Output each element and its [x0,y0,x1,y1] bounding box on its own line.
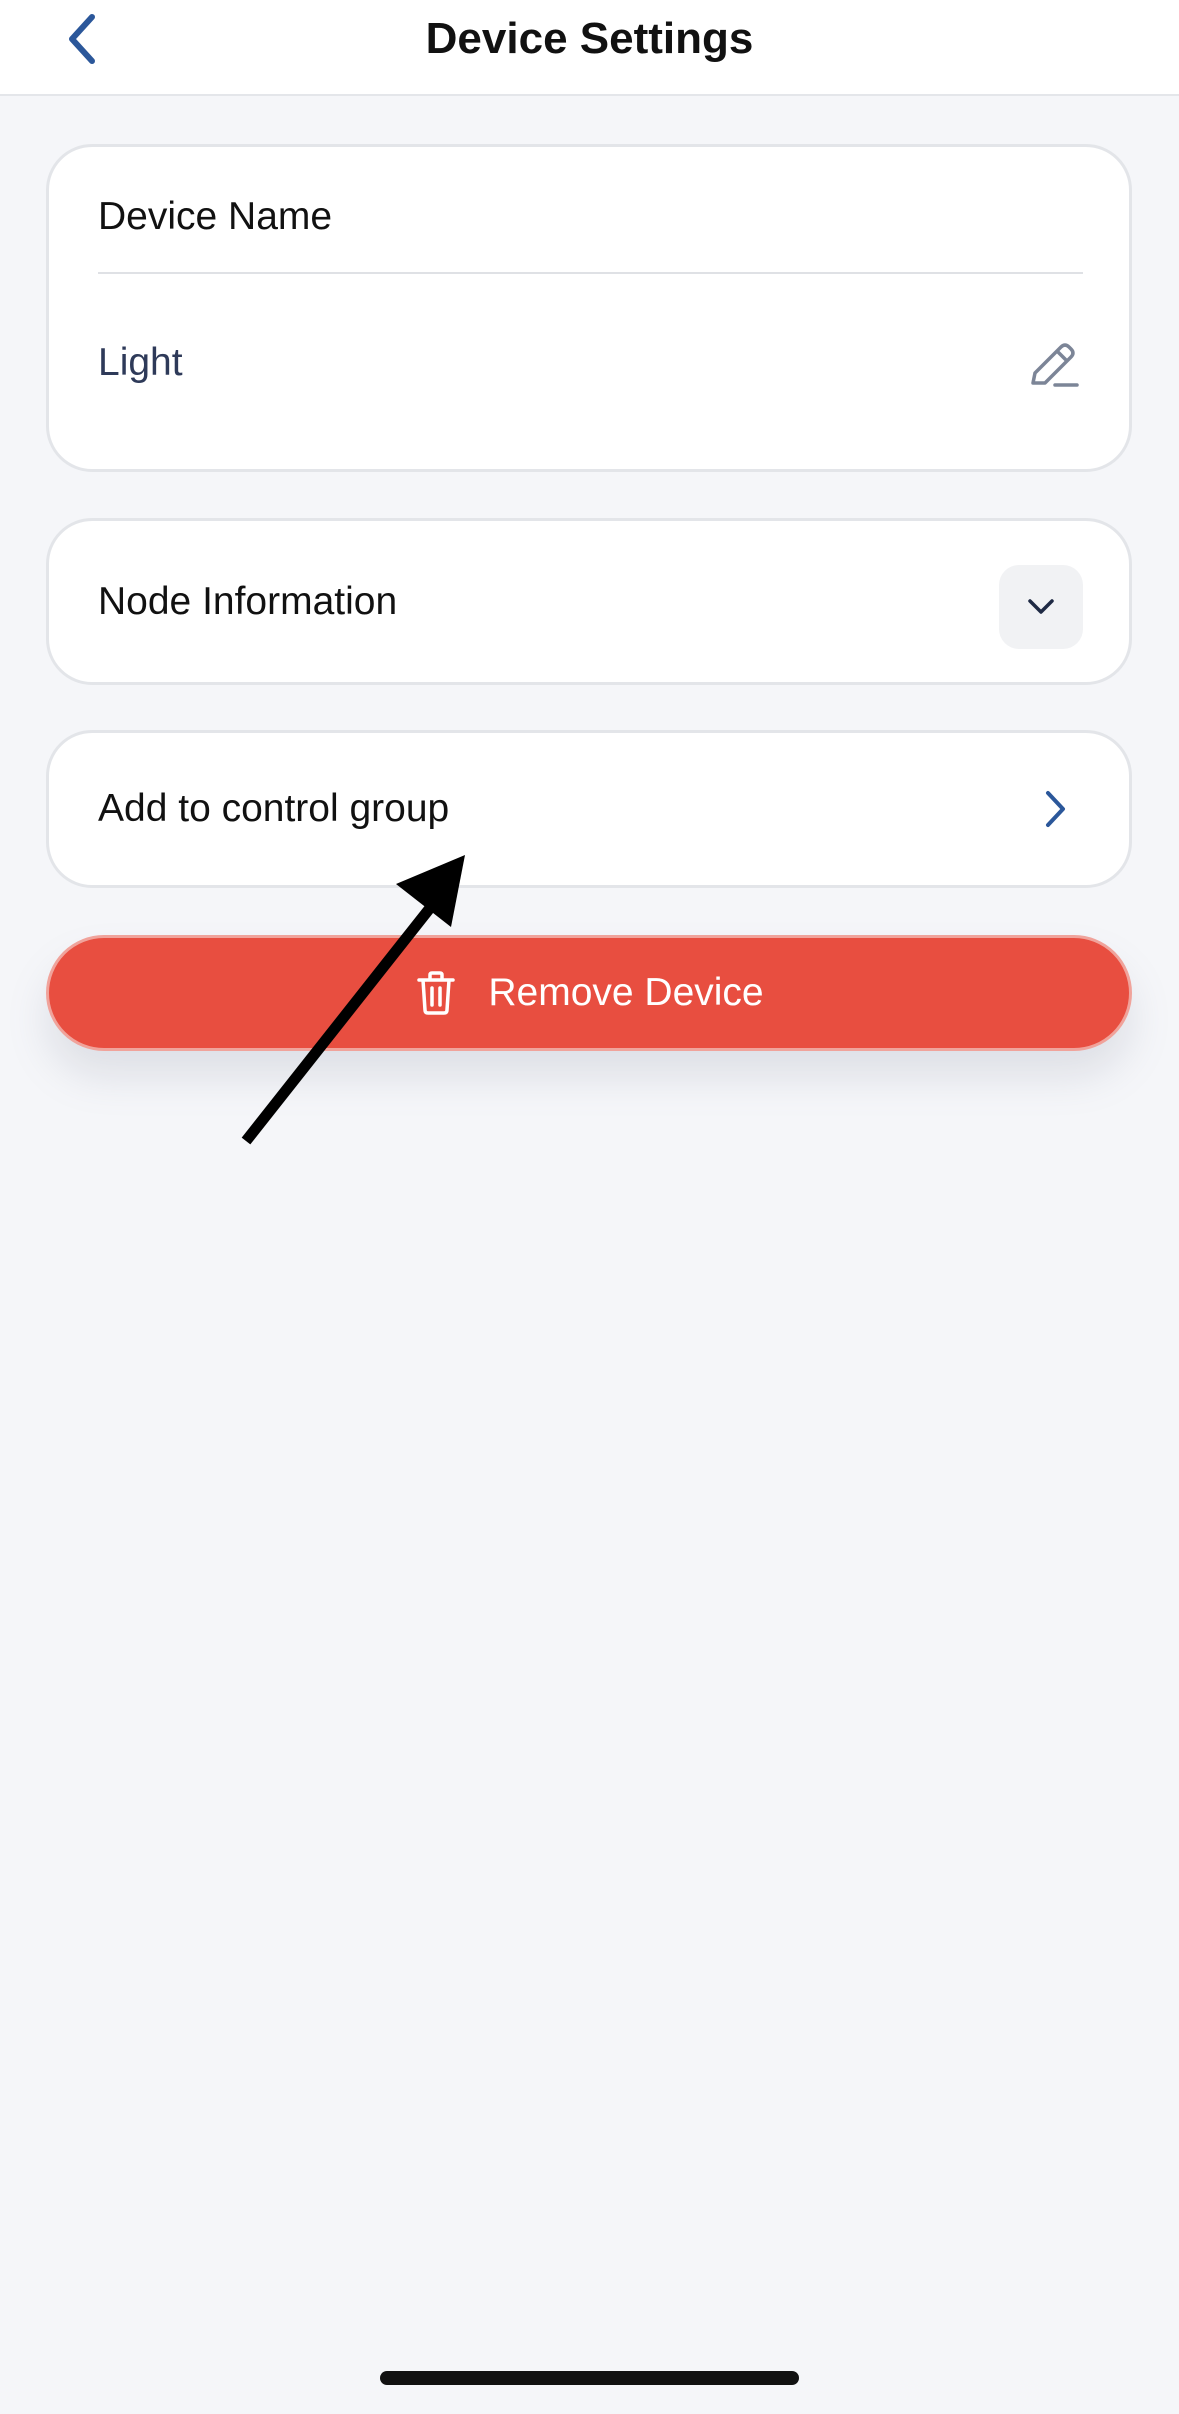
node-information-label: Node Information [98,579,398,623]
pencil-icon [1031,343,1079,387]
expand-button[interactable] [999,565,1083,649]
remove-device-button[interactable]: Remove Device [46,935,1132,1051]
navigation-bar: Device Settings [0,0,1179,96]
add-to-control-group-label: Add to control group [98,787,450,830]
add-to-control-group-card[interactable]: Add to control group [46,730,1132,888]
device-name-card: Device Name Light [46,144,1132,472]
device-name-label: Device Name [98,195,333,238]
trash-icon [414,969,458,1017]
device-name-value: Light [98,341,183,384]
remove-device-label: Remove Device [488,971,764,1014]
chevron-down-icon [1028,599,1054,614]
node-information-card[interactable]: Node Information [46,518,1132,685]
page-title: Device Settings [425,14,754,63]
home-indicator [380,2371,799,2385]
divider [98,272,1083,274]
chevron-right-icon [1035,733,1075,885]
edit-name-button[interactable] [1023,335,1083,395]
